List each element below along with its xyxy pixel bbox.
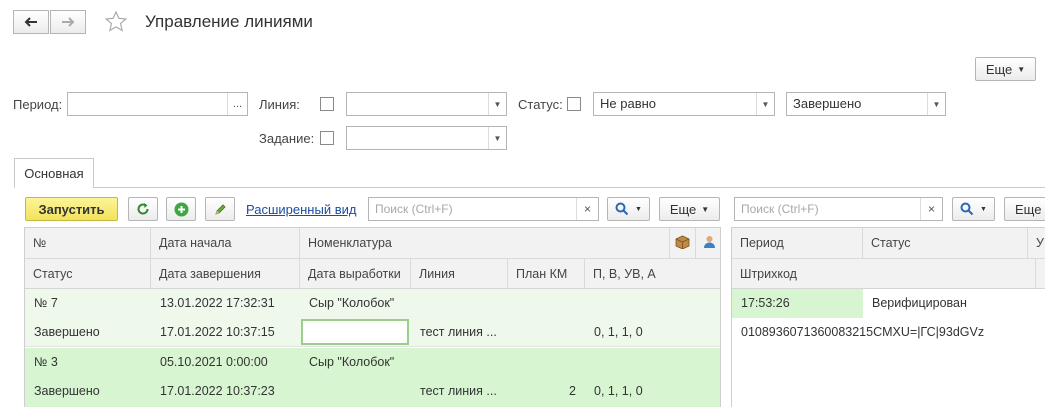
tab-panel-border xyxy=(14,187,1045,188)
plus-circle-icon xyxy=(174,202,188,216)
row-nomenclature: Сыр "Колобок" xyxy=(309,296,395,310)
period-field[interactable]: ... xyxy=(67,92,248,116)
row-line: тест линия ... xyxy=(420,384,497,398)
right-search-placeholder: Поиск (Ctrl+F) xyxy=(741,202,819,216)
chevron-down-icon: ▼ xyxy=(635,205,642,213)
line-label: Линия: xyxy=(259,97,300,112)
add-button[interactable] xyxy=(166,197,196,221)
favorite-star-icon[interactable] xyxy=(104,10,128,34)
row-start-date: 05.10.2021 0:00:00 xyxy=(160,355,268,369)
row-plan xyxy=(508,318,585,347)
col-status[interactable]: Статус xyxy=(25,259,151,289)
left-more-label: Еще xyxy=(669,201,697,217)
left-table: № Дата начала Номенклатура Статус Дата з… xyxy=(24,227,721,407)
row-time: 17:53:26 xyxy=(732,289,863,318)
col-plan-km[interactable]: План КМ xyxy=(508,259,585,289)
edit-button[interactable] xyxy=(205,197,235,221)
col-end-date[interactable]: Дата завершения xyxy=(151,259,300,289)
col-right-u[interactable]: У xyxy=(1028,228,1045,258)
row-end-date: 17.01.2022 10:37:15 xyxy=(160,325,275,339)
col-start-date[interactable]: Дата начала xyxy=(151,228,300,258)
row-production-date xyxy=(300,377,411,406)
arrow-left-icon xyxy=(24,17,37,27)
chevron-down-icon: ▼ xyxy=(1017,64,1026,74)
row-status: Завершено xyxy=(34,384,100,398)
forward-button[interactable] xyxy=(50,10,86,34)
col-number[interactable]: № xyxy=(25,228,151,258)
clear-icon[interactable]: × xyxy=(576,198,598,220)
search-button[interactable]: ▼ xyxy=(607,197,650,221)
row-status: Завершено xyxy=(34,325,100,339)
extended-view-link[interactable]: Расширенный вид xyxy=(246,202,356,217)
col-production-date[interactable]: Дата выработки xyxy=(300,259,411,289)
arrow-right-icon xyxy=(62,17,75,27)
run-button-label: Запустить xyxy=(38,201,105,217)
row-line: тест линия ... xyxy=(420,325,497,339)
col-line[interactable]: Линия xyxy=(411,259,508,289)
right-table-header: Период Статус У Штрихкод xyxy=(732,228,1045,289)
row-pvuva: 0, 1, 1, 0 xyxy=(594,325,643,339)
period-label: Период: xyxy=(13,97,63,112)
right-search-input[interactable]: Поиск (Ctrl+F) × xyxy=(734,197,943,221)
right-more-label: Еще xyxy=(1015,201,1042,217)
page-title: Управление линиями xyxy=(145,12,313,31)
search-placeholder: Поиск (Ctrl+F) xyxy=(375,202,453,216)
tab-main-label: Основная xyxy=(24,166,84,181)
row-number: № 3 xyxy=(34,355,58,369)
chevron-down-icon[interactable]: ▼ xyxy=(488,127,506,149)
run-button[interactable]: Запустить xyxy=(25,197,118,221)
right-more-button[interactable]: Еще xyxy=(1004,197,1045,221)
table-row[interactable]: № 7 13.01.2022 17:32:31 Сыр "Колобок" За… xyxy=(25,289,720,347)
row-number: № 7 xyxy=(34,296,58,310)
right-search-button[interactable]: ▼ xyxy=(952,197,995,221)
box-icon xyxy=(669,228,695,258)
chevron-down-icon: ▼ xyxy=(980,205,987,213)
row-pvuva: 0, 1, 1, 0 xyxy=(594,384,643,398)
task-label: Задание: xyxy=(259,131,315,146)
row-production-date-cell[interactable] xyxy=(301,319,409,345)
status-condition-field[interactable]: Не равно ▼ xyxy=(593,92,775,116)
search-icon xyxy=(960,202,974,216)
status-label: Статус: xyxy=(518,97,563,112)
search-input[interactable]: Поиск (Ctrl+F) × xyxy=(368,197,599,221)
back-button[interactable] xyxy=(13,10,49,34)
header-more-label: Еще xyxy=(985,61,1013,77)
chevron-down-icon[interactable]: ▼ xyxy=(756,93,774,115)
col-period[interactable]: Период xyxy=(732,228,863,258)
pencil-icon xyxy=(214,203,226,215)
period-select-button[interactable]: ... xyxy=(227,93,247,115)
left-table-header: № Дата начала Номенклатура Статус Дата з… xyxy=(25,228,720,289)
right-table: Период Статус У Штрихкод 17:53:26 Верифи… xyxy=(731,227,1045,407)
row-nomenclature: Сыр "Колобок" xyxy=(309,355,395,369)
tab-main[interactable]: Основная xyxy=(14,158,94,188)
status-value-field[interactable]: Завершено ▼ xyxy=(786,92,946,116)
table-row[interactable]: 17:53:26 Верифицирован 01089360713600832… xyxy=(732,289,1045,347)
table-row[interactable]: № 3 05.10.2021 0:00:00 Сыр "Колобок" Зав… xyxy=(25,348,720,407)
chevron-down-icon[interactable]: ▼ xyxy=(927,93,945,115)
row-right-status: Верифицирован xyxy=(872,296,967,310)
row-end-date: 17.01.2022 10:37:23 xyxy=(160,384,275,398)
user-icon xyxy=(695,228,720,258)
col-right-status[interactable]: Статус xyxy=(863,228,1028,258)
refresh-button[interactable] xyxy=(128,197,158,221)
col-pvuva[interactable]: П, В, УВ, А xyxy=(585,259,720,289)
task-checkbox[interactable] xyxy=(320,131,334,145)
clear-icon[interactable]: × xyxy=(920,198,942,220)
row-start-date: 13.01.2022 17:32:31 xyxy=(160,296,275,310)
chevron-down-icon[interactable]: ▼ xyxy=(488,93,506,115)
status-checkbox[interactable] xyxy=(567,97,581,111)
line-field[interactable]: ▼ xyxy=(346,92,507,116)
header-more-button[interactable]: Еще ▼ xyxy=(975,57,1036,81)
left-more-button[interactable]: Еще ▼ xyxy=(659,197,720,221)
row-barcode: 0108936071360083215CMXU=|ГС|93dGVz xyxy=(741,325,985,339)
refresh-icon xyxy=(137,203,149,215)
col-barcode[interactable]: Штрихкод xyxy=(732,259,1036,289)
col-nomenclature[interactable]: Номенклатура xyxy=(300,228,669,258)
chevron-down-icon: ▼ xyxy=(701,204,710,214)
task-field[interactable]: ▼ xyxy=(346,126,507,150)
row-plan: 2 xyxy=(569,384,576,398)
search-icon xyxy=(615,202,629,216)
line-checkbox[interactable] xyxy=(320,97,334,111)
